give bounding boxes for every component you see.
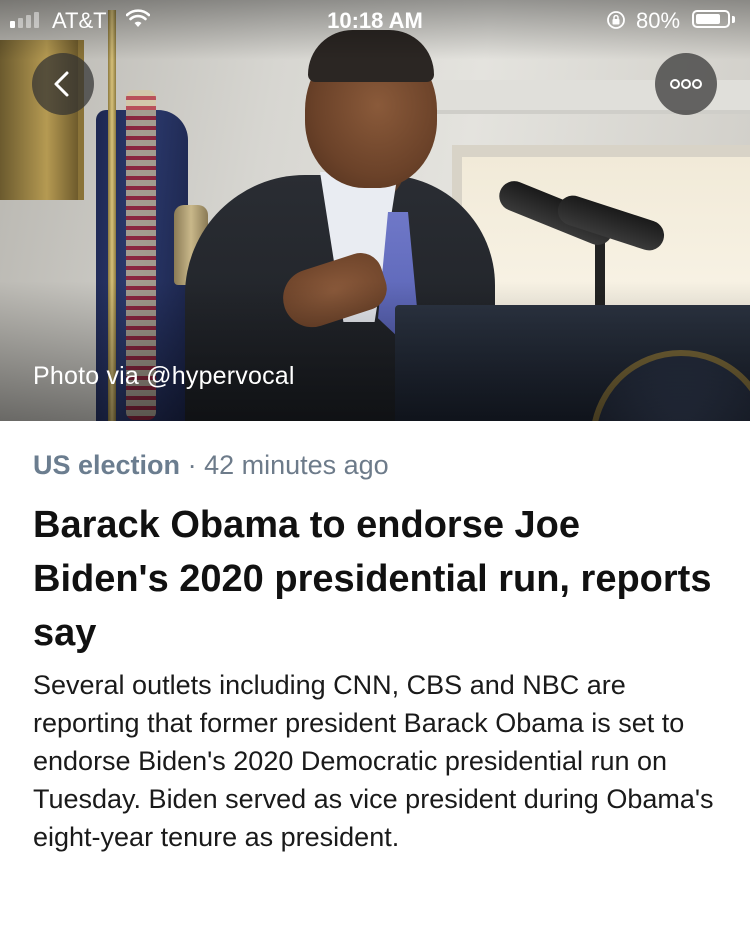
caption-gradient bbox=[0, 281, 750, 421]
article-timestamp: 42 minutes ago bbox=[204, 450, 389, 480]
ellipsis-icon bbox=[670, 79, 702, 89]
battery-fill bbox=[696, 14, 720, 24]
article: US election · 42 minutes ago Barack Obam… bbox=[33, 446, 723, 856]
meta-separator: · bbox=[187, 450, 197, 480]
chevron-left-icon bbox=[54, 71, 69, 97]
article-headline: Barack Obama to endorse Joe Biden's 2020… bbox=[33, 504, 712, 654]
more-options-button[interactable] bbox=[655, 53, 717, 115]
battery-cap bbox=[732, 16, 735, 23]
battery-icon bbox=[692, 10, 730, 28]
photo-credit: Photo via @hypervocal bbox=[33, 362, 295, 390]
article-summary: Several outlets including CNN, CBS and N… bbox=[33, 670, 714, 852]
back-button[interactable] bbox=[32, 53, 94, 115]
battery-percentage: 80% bbox=[636, 8, 681, 33]
status-bar: AT&T 10:18 AM 80% bbox=[0, 0, 750, 40]
article-meta: US election · 42 minutes ago bbox=[33, 446, 723, 484]
rotation-lock-icon bbox=[607, 11, 625, 29]
topic-label[interactable]: US election bbox=[33, 450, 180, 480]
hero-photo: Photo via @hypervocal bbox=[0, 0, 750, 421]
